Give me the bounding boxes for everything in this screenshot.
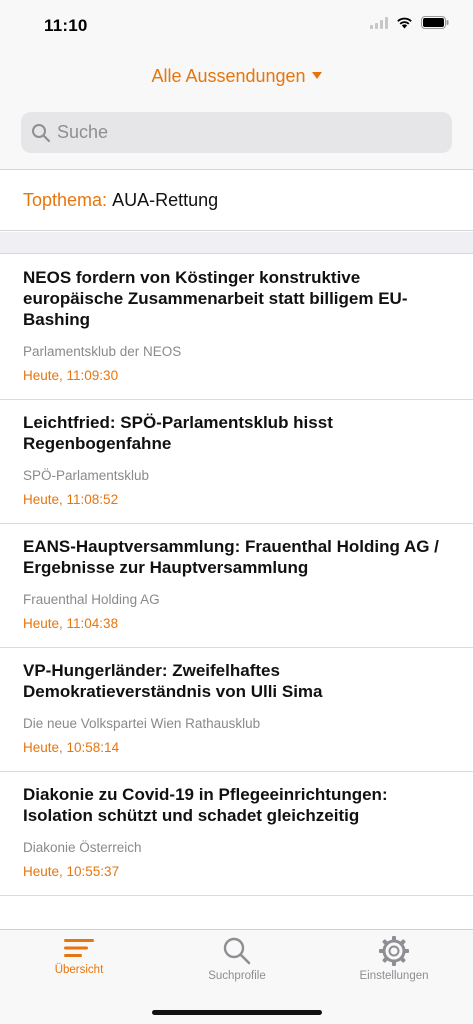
topthema-value: AUA-Rettung	[112, 190, 219, 210]
article-title: EANS-Hauptversammlung: Frauenthal Holdin…	[23, 537, 439, 577]
tab-einstellungen[interactable]: Einstellungen	[315, 930, 473, 990]
article-time: Heute, 11:04:38	[23, 616, 119, 631]
caret-down-icon	[311, 72, 322, 79]
battery-icon	[421, 16, 449, 29]
article-source: Parlamentsklub der NEOS	[23, 344, 182, 359]
article-source: Frauenthal Holding AG	[23, 592, 160, 607]
article-source: SPÖ-Parlamentsklub	[23, 468, 150, 483]
article-item[interactable]: Leichtfried: SPÖ-Parlamentsklub hisst Re…	[0, 400, 473, 524]
article-source: Die neue Volkspartei Wien Rathausklub	[23, 716, 261, 731]
article-title: NEOS fordern von Köstinger konstruktive …	[23, 268, 408, 329]
article-source: Diakonie Österreich	[23, 840, 142, 855]
article-time: Heute, 11:08:52	[23, 492, 119, 507]
tab-label: Suchprofile	[208, 970, 266, 982]
list-icon	[64, 939, 94, 957]
article-title: Diakonie zu Covid-19 in Pflegeeinrichtun…	[23, 785, 388, 825]
status-time: 11:10	[44, 16, 88, 35]
topthema-label: Topthema:	[23, 190, 108, 210]
section-separator	[0, 232, 473, 254]
filter-dropdown[interactable]: Alle Aussendungen	[0, 64, 473, 88]
article-title: Leichtfried: SPÖ-Parlamentsklub hisst Re…	[23, 413, 333, 453]
search-icon	[32, 123, 51, 142]
article-time: Heute, 10:55:37	[23, 864, 120, 879]
article-title: VP-Hungerländer: Zweifelhaftes Demokrati…	[23, 661, 323, 701]
article-item[interactable]: Diakonie zu Covid-19 in Pflegeeinrichtun…	[0, 772, 473, 896]
wifi-icon	[397, 17, 412, 29]
search-icon	[223, 937, 251, 965]
search-bar[interactable]	[21, 112, 452, 153]
topthema-row[interactable]: Topthema: AUA-Rettung	[0, 171, 473, 231]
tab-suchprofile[interactable]: Suchprofile	[158, 930, 316, 990]
signal-icon	[370, 16, 388, 29]
filter-label: Alle Aussendungen	[151, 66, 306, 86]
status-bar: 11:10	[0, 0, 473, 54]
header: Alle Aussendungen	[0, 54, 473, 170]
gear-icon	[379, 936, 409, 966]
article-item[interactable]: EANS-Hauptversammlung: Frauenthal Holdin…	[0, 524, 473, 648]
article-time: Heute, 10:58:14	[23, 740, 120, 755]
tab-label: Einstellungen	[359, 970, 429, 982]
status-icons	[370, 16, 449, 29]
article-time: Heute, 11:09:30	[23, 368, 119, 383]
article-list[interactable]: NEOS fordern von Köstinger konstruktive …	[0, 255, 473, 929]
tab-label: Übersicht	[54, 964, 104, 976]
search-input[interactable]	[57, 122, 437, 143]
tab-uebersicht[interactable]: Übersicht	[0, 930, 158, 990]
article-item[interactable]: NEOS fordern von Köstinger konstruktive …	[0, 255, 473, 400]
home-indicator[interactable]	[152, 1010, 322, 1015]
tab-bar: Übersicht Suchprofile Einstellungen	[0, 929, 473, 1024]
article-item[interactable]: VP-Hungerländer: Zweifelhaftes Demokrati…	[0, 648, 473, 772]
